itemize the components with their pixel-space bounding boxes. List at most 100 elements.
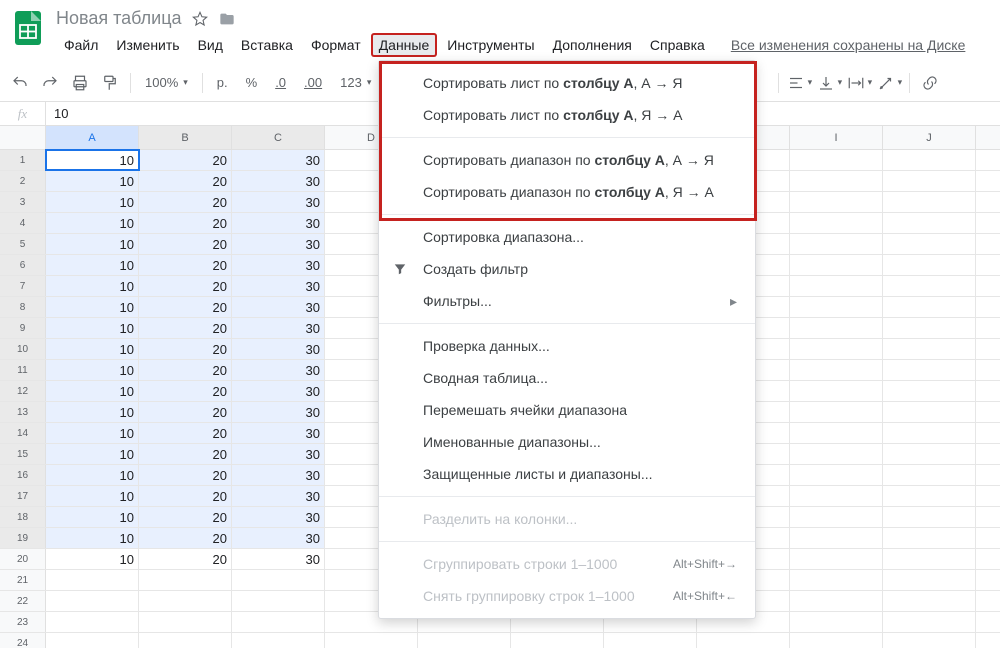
menu-вид[interactable]: Вид xyxy=(190,33,231,57)
menu-вставка[interactable]: Вставка xyxy=(233,33,301,57)
cell[interactable]: 10 xyxy=(46,318,139,338)
row-header[interactable]: 22 xyxy=(0,591,46,611)
sheets-logo[interactable] xyxy=(8,8,48,48)
cell[interactable] xyxy=(232,612,325,632)
cell[interactable] xyxy=(232,591,325,611)
row-header[interactable]: 8 xyxy=(0,297,46,317)
cell[interactable] xyxy=(325,633,418,648)
redo-button[interactable] xyxy=(36,69,64,97)
cell[interactable] xyxy=(46,612,139,632)
menu-item[interactable]: Перемешать ячейки диапазона xyxy=(379,394,755,426)
cell[interactable]: 20 xyxy=(139,528,232,548)
menu-item[interactable]: Именованные диапазоны... xyxy=(379,426,755,458)
cell[interactable]: 10 xyxy=(46,465,139,485)
cell[interactable]: 20 xyxy=(139,297,232,317)
cell[interactable]: 20 xyxy=(139,339,232,359)
cell[interactable]: 20 xyxy=(139,465,232,485)
menu-формат[interactable]: Формат xyxy=(303,33,369,57)
row-header[interactable]: 3 xyxy=(0,192,46,212)
decrease-decimals-button[interactable]: .0 xyxy=(267,69,294,97)
cell[interactable] xyxy=(790,633,883,648)
cell[interactable]: 30 xyxy=(232,171,325,191)
cell[interactable] xyxy=(46,591,139,611)
cell[interactable]: 10 xyxy=(46,213,139,233)
cell[interactable] xyxy=(790,465,883,485)
cell[interactable]: 20 xyxy=(139,255,232,275)
row-header[interactable]: 5 xyxy=(0,234,46,254)
cell[interactable]: 30 xyxy=(232,402,325,422)
cell[interactable] xyxy=(883,213,976,233)
cell[interactable] xyxy=(883,171,976,191)
cell[interactable] xyxy=(139,612,232,632)
cell[interactable]: 10 xyxy=(46,276,139,296)
cell[interactable]: 10 xyxy=(46,234,139,254)
cell[interactable]: 30 xyxy=(232,444,325,464)
valign-button[interactable]: ▾ xyxy=(815,69,843,97)
cell[interactable]: 20 xyxy=(139,234,232,254)
cell[interactable]: 30 xyxy=(232,465,325,485)
cell[interactable] xyxy=(139,633,232,648)
cell[interactable]: 20 xyxy=(139,423,232,443)
cell[interactable]: 30 xyxy=(232,339,325,359)
cell[interactable] xyxy=(139,591,232,611)
cell[interactable] xyxy=(790,339,883,359)
cell[interactable]: 10 xyxy=(46,444,139,464)
move-folder-icon[interactable] xyxy=(218,11,236,27)
star-icon[interactable] xyxy=(192,11,208,27)
cell[interactable] xyxy=(883,150,976,170)
cell[interactable]: 20 xyxy=(139,276,232,296)
cell[interactable]: 30 xyxy=(232,150,325,170)
row-header[interactable]: 23 xyxy=(0,612,46,632)
cell[interactable]: 30 xyxy=(232,213,325,233)
cell[interactable]: 10 xyxy=(46,171,139,191)
menu-item[interactable]: Создать фильтр xyxy=(379,253,755,285)
cell[interactable]: 20 xyxy=(139,381,232,401)
cell[interactable] xyxy=(790,255,883,275)
cell[interactable] xyxy=(790,318,883,338)
cell[interactable] xyxy=(790,570,883,590)
cell[interactable]: 20 xyxy=(139,192,232,212)
print-button[interactable] xyxy=(66,69,94,97)
cell[interactable] xyxy=(790,276,883,296)
cell[interactable]: 30 xyxy=(232,507,325,527)
row-header[interactable]: 10 xyxy=(0,339,46,359)
row-header[interactable]: 20 xyxy=(0,549,46,569)
cell[interactable] xyxy=(883,381,976,401)
row-header[interactable]: 7 xyxy=(0,276,46,296)
menu-инструменты[interactable]: Инструменты xyxy=(439,33,542,57)
row-header[interactable]: 15 xyxy=(0,444,46,464)
menu-item[interactable]: Сортировать диапазон по столбцу A, А → Я xyxy=(379,144,755,176)
cell[interactable] xyxy=(883,318,976,338)
cell[interactable] xyxy=(790,549,883,569)
cell[interactable] xyxy=(790,591,883,611)
cell[interactable]: 30 xyxy=(232,297,325,317)
cell[interactable]: 10 xyxy=(46,381,139,401)
cell[interactable]: 20 xyxy=(139,318,232,338)
cell[interactable] xyxy=(883,234,976,254)
cell[interactable]: 20 xyxy=(139,171,232,191)
cell[interactable]: 30 xyxy=(232,192,325,212)
cell[interactable] xyxy=(790,528,883,548)
cell[interactable]: 30 xyxy=(232,255,325,275)
cell[interactable]: 10 xyxy=(46,150,139,170)
cell[interactable] xyxy=(883,255,976,275)
cell[interactable] xyxy=(883,360,976,380)
row-header[interactable]: 2 xyxy=(0,171,46,191)
cell[interactable]: 10 xyxy=(46,486,139,506)
row-header[interactable]: 11 xyxy=(0,360,46,380)
row-header[interactable]: 9 xyxy=(0,318,46,338)
cell[interactable] xyxy=(883,423,976,443)
cell[interactable] xyxy=(790,402,883,422)
cell[interactable]: 30 xyxy=(232,528,325,548)
more-formats-button[interactable]: 123▾ xyxy=(332,69,379,97)
select-all-corner[interactable] xyxy=(0,126,46,149)
col-header-I[interactable]: I xyxy=(790,126,883,149)
row-header[interactable]: 19 xyxy=(0,528,46,548)
row-header[interactable]: 21 xyxy=(0,570,46,590)
cell[interactable] xyxy=(418,633,511,648)
cell[interactable]: 30 xyxy=(232,423,325,443)
menu-item[interactable]: Проверка данных... xyxy=(379,330,755,362)
row-header[interactable]: 16 xyxy=(0,465,46,485)
cell[interactable]: 30 xyxy=(232,276,325,296)
cell[interactable] xyxy=(883,465,976,485)
